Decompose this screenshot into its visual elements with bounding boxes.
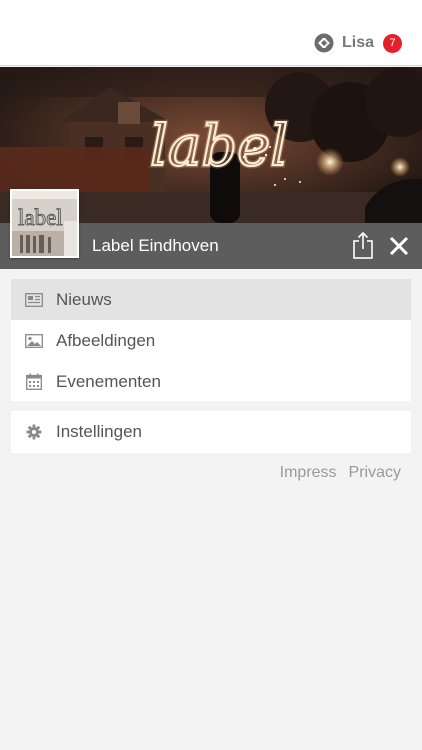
menu-label-nieuws: Nieuws	[56, 289, 112, 309]
impress-link[interactable]: Impress	[280, 464, 337, 482]
menu-item-nieuws[interactable]: Nieuws	[11, 279, 411, 320]
privacy-link[interactable]: Privacy	[349, 464, 401, 482]
user-name: Lisa	[341, 34, 374, 51]
avatar-logo-text: label	[18, 205, 63, 230]
menu-label-evenementen: Evenementen	[56, 371, 161, 391]
close-button[interactable]	[387, 234, 411, 258]
menu-item-evenementen[interactable]: Evenementen	[11, 361, 411, 402]
page-avatar: label	[10, 189, 79, 258]
top-bar: Lisa 7	[0, 0, 422, 66]
menu-item-afbeeldingen[interactable]: Afbeeldingen	[11, 320, 411, 361]
newspaper-icon	[25, 291, 43, 309]
footer-links: Impress Privacy	[280, 464, 401, 482]
settings-menu: Instellingen	[11, 411, 411, 453]
share-icon	[353, 231, 373, 259]
menu-label-afbeeldingen: Afbeeldingen	[56, 330, 156, 350]
menu-label-instellingen: Instellingen	[56, 421, 143, 441]
notification-badge[interactable]: 7	[383, 33, 402, 53]
page-title: Label Eindhoven	[92, 236, 219, 255]
image-icon	[25, 332, 43, 350]
app-logo-icon	[314, 33, 334, 53]
navigation-menu: Nieuws Afbeeldingen Evenementen	[11, 279, 411, 401]
svg-text:label: label	[150, 114, 288, 179]
share-button[interactable]	[350, 231, 376, 261]
user-menu[interactable]: Lisa 7	[314, 33, 402, 53]
calendar-icon	[25, 373, 43, 391]
gear-icon	[25, 423, 43, 441]
menu-item-instellingen[interactable]: Instellingen	[11, 411, 411, 452]
close-icon	[389, 236, 409, 256]
